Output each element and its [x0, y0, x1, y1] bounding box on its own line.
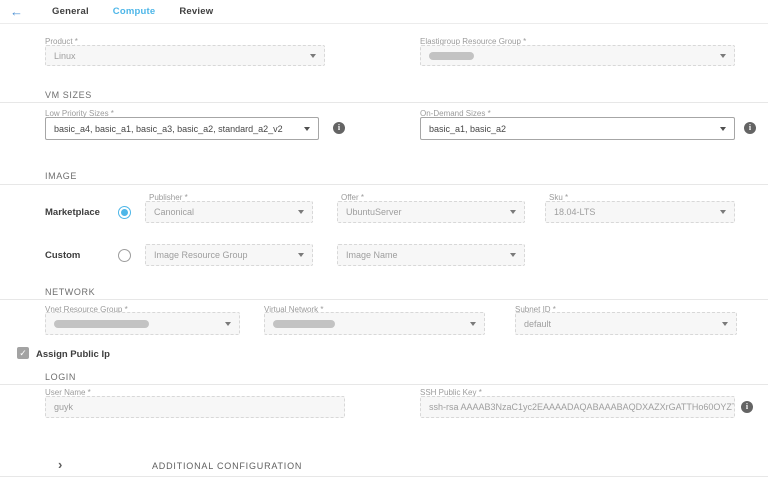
offer-value: UbuntuServer — [346, 207, 402, 217]
chevron-down-icon — [720, 54, 726, 58]
custom-radio[interactable] — [118, 249, 131, 262]
rule-login — [0, 384, 768, 385]
rule-vm-sizes — [0, 102, 768, 103]
marketplace-label: Marketplace — [45, 207, 100, 218]
subnet-id-value: default — [524, 319, 551, 329]
on-demand-select[interactable]: basic_a1, basic_a2 — [420, 117, 735, 140]
marketplace-radio[interactable] — [118, 206, 131, 219]
chevron-down-icon — [298, 210, 304, 214]
chevron-down-icon — [310, 54, 316, 58]
redacted-value — [54, 320, 149, 328]
chevron-down-icon — [304, 127, 310, 131]
low-priority-select[interactable]: basic_a4, basic_a1, basic_a3, basic_a2, … — [45, 117, 319, 140]
redacted-value — [273, 320, 335, 328]
low-priority-value: basic_a4, basic_a1, basic_a3, basic_a2, … — [54, 124, 283, 134]
sku-select: 18.04-LTS — [545, 201, 735, 223]
back-arrow-icon[interactable]: ← — [10, 4, 28, 19]
vm-sizes-header: VM SIZES — [45, 90, 92, 100]
custom-label: Custom — [45, 250, 80, 261]
product-select: Linux — [45, 45, 325, 66]
user-name-input: guyk — [45, 396, 345, 418]
image-header: IMAGE — [45, 171, 77, 181]
chevron-down-icon — [298, 253, 304, 257]
elastigroup-rg-select — [420, 45, 735, 66]
tab-compute[interactable]: Compute — [113, 6, 156, 17]
chevron-down-icon — [510, 210, 516, 214]
tab-general[interactable]: General — [52, 6, 89, 17]
image-name-select: Image Name — [337, 244, 525, 266]
login-header: LOGIN — [45, 372, 76, 382]
ssh-key-input: ssh-rsa AAAAB3NzaC1yc2EAAAADAQABAAABAQDX… — [420, 396, 735, 418]
redacted-value — [429, 52, 474, 60]
on-demand-value: basic_a1, basic_a2 — [429, 124, 506, 134]
rule-bottom — [0, 476, 768, 477]
chevron-down-icon — [720, 210, 726, 214]
low-priority-info-icon[interactable]: i — [333, 122, 345, 134]
user-name-value: guyk — [54, 402, 73, 412]
chevron-down-icon — [470, 322, 476, 326]
virtual-network-select — [264, 312, 485, 335]
rule-network — [0, 299, 768, 300]
publisher-value: Canonical — [154, 207, 194, 217]
vnet-rg-select — [45, 312, 240, 335]
image-rg-select: Image Resource Group — [145, 244, 313, 266]
chevron-down-icon — [720, 127, 726, 131]
network-header: NETWORK — [45, 287, 95, 297]
ssh-key-info-icon[interactable]: i — [741, 401, 753, 413]
additional-config-chevron-icon[interactable]: › — [58, 458, 62, 471]
rule-image — [0, 184, 768, 185]
assign-public-ip-label: Assign Public Ip — [36, 349, 110, 360]
tab-review[interactable]: Review — [179, 6, 213, 17]
subnet-id-select: default — [515, 312, 737, 335]
sku-value: 18.04-LTS — [554, 207, 595, 217]
compute-step-screen: ← General Compute Review Product * Linux… — [0, 0, 768, 483]
wizard-tab-bar: ← General Compute Review — [0, 0, 768, 24]
offer-select: UbuntuServer — [337, 201, 525, 223]
on-demand-info-icon[interactable]: i — [744, 122, 756, 134]
ssh-key-value: ssh-rsa AAAAB3NzaC1yc2EAAAADAQABAAABAQDX… — [429, 402, 735, 412]
image-rg-placeholder: Image Resource Group — [154, 250, 248, 260]
chevron-down-icon — [225, 322, 231, 326]
additional-config-label[interactable]: ADDITIONAL CONFIGURATION — [152, 461, 302, 471]
image-name-placeholder: Image Name — [346, 250, 398, 260]
product-value: Linux — [54, 51, 76, 61]
publisher-select: Canonical — [145, 201, 313, 223]
chevron-down-icon — [510, 253, 516, 257]
assign-public-ip-checkbox[interactable]: ✓ — [17, 347, 29, 359]
chevron-down-icon — [722, 322, 728, 326]
